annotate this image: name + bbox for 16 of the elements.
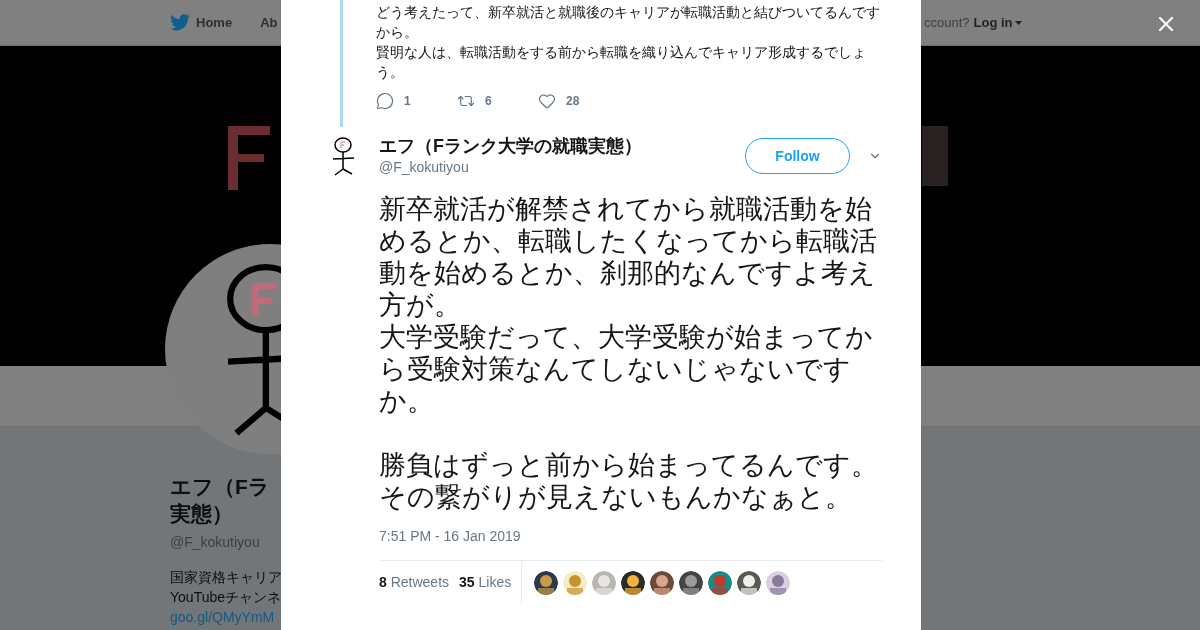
bio-text: YouTubeチャンネ <box>170 588 281 607</box>
tweet-text: どう考えたって、新卒就活と就職後のキャリアが転職活動と結びついてるんですから。 <box>376 3 881 42</box>
account-prompt: ccount? <box>924 13 970 32</box>
nav-link[interactable]: Ab <box>260 12 278 33</box>
tweet-timestamp[interactable]: 7:51 PM - 16 Jan 2019 <box>379 526 921 547</box>
caret-icon <box>1014 20 1022 25</box>
stat-link[interactable]: 35 Likes <box>459 572 512 593</box>
tweet-text: 勝負はずっと前から始まってるんです。 <box>379 449 879 481</box>
login-link[interactable]: Log in <box>973 12 1022 33</box>
profile-name: エフ（Fラ 実態） <box>170 474 270 527</box>
bird-icon <box>170 14 190 31</box>
nav-link[interactable]: Home <box>170 12 233 33</box>
stat-link[interactable]: 8 Retweets <box>379 572 450 593</box>
profile-handle: @F_kokutiyou <box>170 533 260 552</box>
bio-text: 国家資格キャリア <box>170 568 282 587</box>
tweet-text: その繋がりが見えないもんかなぁと。 <box>379 481 853 513</box>
